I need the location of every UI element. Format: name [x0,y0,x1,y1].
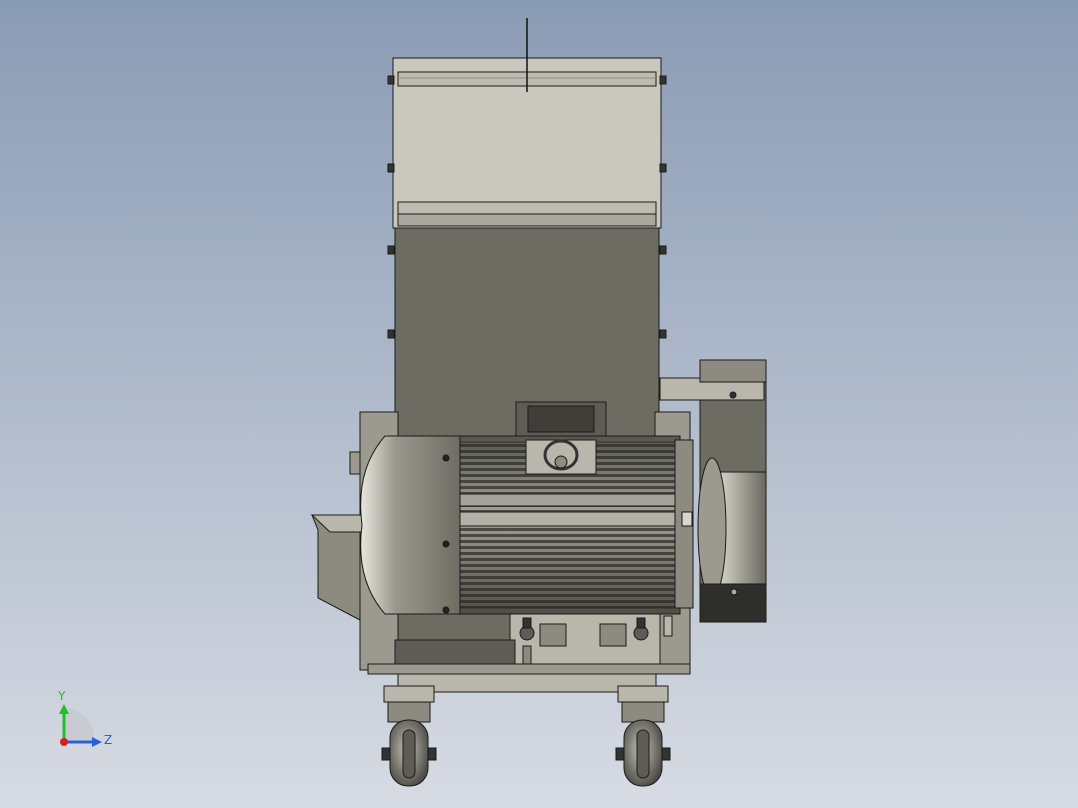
caster-right[interactable] [615,685,671,787]
y-axis-label: Y [57,689,66,703]
z-axis-label: Z [104,733,112,747]
cad-viewport[interactable]: Y Z [0,0,1078,808]
base-plate [397,673,657,693]
lower-cross-frame [394,639,516,665]
model-canvas[interactable]: Y Z [0,0,1078,808]
base-rail [367,663,691,675]
drive-pulley[interactable] [697,457,767,623]
electric-motor[interactable] [349,435,694,615]
caster-left[interactable] [381,685,437,787]
motor-fan-cover[interactable] [360,435,461,615]
triad-origin [60,738,68,746]
